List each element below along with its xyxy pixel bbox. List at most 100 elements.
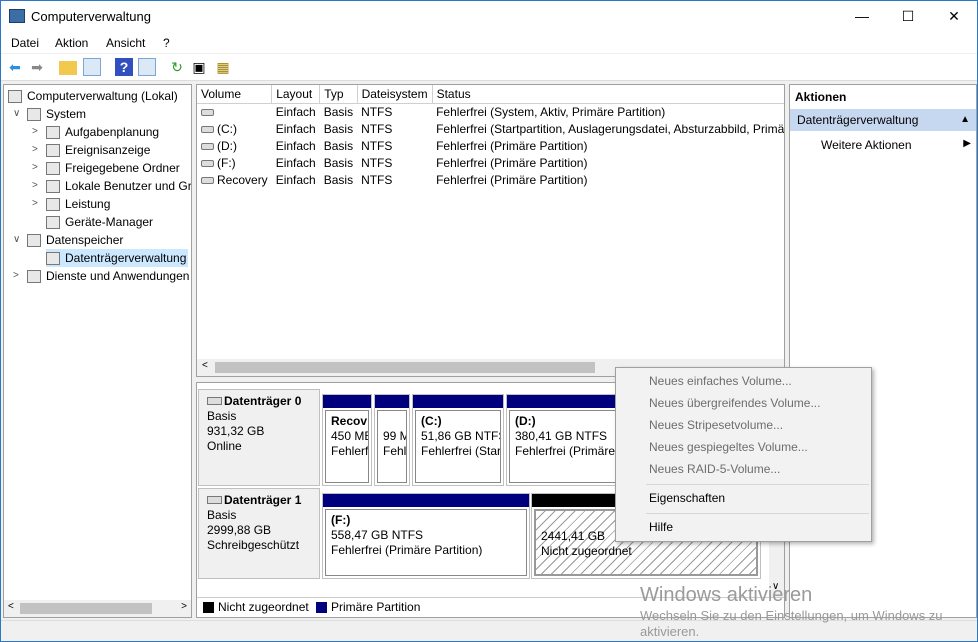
legend-swatch-primary <box>316 602 327 613</box>
refresh-icon[interactable]: ↻ <box>168 58 186 76</box>
volume-row[interactable]: Recovery Einfach Basis NTFS Fehlerfrei (Prim… <box>197 171 784 188</box>
volume-row[interactable]: Einfach Basis NTFS Fehlerfrei (System, Akti… <box>197 103 784 120</box>
context-menu-item[interactable]: Neues gespiegeltes Volume... <box>649 436 808 458</box>
collapse-icon[interactable]: ▲ <box>960 109 970 131</box>
expand-toggle-icon[interactable]: ∨ <box>13 105 23 123</box>
context-menu-item[interactable]: Eigenschaften <box>649 487 725 509</box>
window-title: Computerverwaltung <box>31 9 151 24</box>
volume-cell: Fehlerfrei (Startpartition, Auslagerungs… <box>432 120 784 137</box>
expand-toggle-icon[interactable]: > <box>32 177 42 195</box>
volume-row[interactable]: (C:) Einfach Basis NTFS Fehlerfrei (Startpar… <box>197 120 784 137</box>
tree-horizontal-scrollbar[interactable]: < > <box>4 600 191 617</box>
partition[interactable]: (F:) 558,47 GB NTFS Fehlerfrei (Primäre Pa… <box>322 493 530 579</box>
cell-text: Einfach <box>275 104 316 119</box>
partition-status: Fehlerfrei (Primäre Partition) <box>331 543 483 557</box>
context-menu-item[interactable]: Neues Stripesetvolume... <box>649 414 783 436</box>
forward-icon[interactable]: ➡ <box>28 58 46 76</box>
disk-type: Basis <box>207 409 237 423</box>
volume-row[interactable]: (D:) Einfach Basis NTFS Fehlerfrei (Primäre … <box>197 137 784 154</box>
cell-text: Recovery <box>217 172 268 187</box>
expand-toggle-icon[interactable]: > <box>32 195 42 213</box>
column-typ[interactable]: Typ <box>319 85 358 104</box>
scrollbar-thumb[interactable] <box>20 603 152 614</box>
volume-row[interactable]: (F:) Einfach Basis NTFS Fehlerfrei (Primäre … <box>197 154 784 171</box>
expand-toggle-icon[interactable]: > <box>32 159 42 177</box>
volume-cell: Fehlerfrei (Primäre Partition) <box>432 154 784 171</box>
expand-toggle-icon[interactable]: > <box>13 267 23 285</box>
partition[interactable]: Recov 450 ME Fehlerf <box>322 394 372 486</box>
volume-cell: Basis <box>320 103 357 120</box>
volume-cell: NTFS <box>357 171 432 188</box>
context-menu-item[interactable]: Neues einfaches Volume... <box>649 370 792 392</box>
weitere-aktionen[interactable]: Weitere Aktionen ▶ <box>821 138 971 152</box>
tree-item[interactable]: Dienste und Anwendungen > <box>13 267 189 285</box>
volume-cell: Fehlerfrei (Primäre Partition) <box>432 137 784 154</box>
menu-help[interactable]: ? <box>163 36 170 50</box>
disk-label[interactable]: Datenträger 1 Basis 2999,88 GB Schreibgesch… <box>198 488 320 579</box>
column-layout[interactable]: Layout <box>271 85 321 104</box>
expand-toggle-icon[interactable]: > <box>32 123 42 141</box>
disk-label[interactable]: Datenträger 0 Basis 931,32 GB Online <box>198 389 320 486</box>
column-volume[interactable]: Volume <box>197 85 273 104</box>
cell-text: Fehlerfrei (Primäre Partition) <box>436 155 588 170</box>
context-menu-item[interactable]: Neues RAID-5-Volume... <box>649 458 780 480</box>
drive-icon <box>201 142 214 150</box>
cell-text: (C:) <box>217 121 237 136</box>
partition-status: Fehlerfrei (Star <box>421 444 501 458</box>
drive-icon <box>201 109 214 117</box>
tree-node-icon <box>46 126 60 140</box>
up-folder-icon[interactable] <box>59 61 77 75</box>
context-menu: Neues einfaches Volume... Neues übergreif… <box>615 367 872 542</box>
cell-text: Einfach <box>275 172 316 187</box>
column-dateisystem[interactable]: Dateisystem <box>357 85 433 104</box>
partition-status: Fehlerf <box>331 444 369 458</box>
tree-item[interactable]: Datenträgerverwaltung <box>46 249 189 267</box>
volume-cell: Recovery <box>197 171 272 188</box>
tree-item[interactable]: Leistung > <box>32 195 110 213</box>
show-hide-action-pane-icon[interactable] <box>138 58 156 76</box>
volume-cell: Einfach <box>272 120 320 137</box>
legend-label-unallocated: Nicht zugeordnet <box>218 600 309 614</box>
tree-item[interactable]: System ∨ <box>13 105 87 123</box>
back-icon[interactable]: ⬅ <box>6 58 24 76</box>
disk-icon <box>207 496 222 504</box>
scrollbar-thumb[interactable] <box>215 362 595 373</box>
tree-item[interactable]: Lokale Benutzer und Gruppen > <box>32 177 191 195</box>
partition[interactable]: 99 MFehl <box>374 394 410 486</box>
tree-item[interactable]: Datenspeicher ∨ <box>13 231 123 249</box>
settings-icon[interactable]: ▦ <box>214 58 232 76</box>
menu-ansicht[interactable]: Ansicht <box>106 36 145 50</box>
maximize-button[interactable]: ☐ <box>885 1 931 31</box>
close-button[interactable]: ✕ <box>931 1 977 31</box>
volume-list: Volume Layout Typ Dateisystem Status Ein… <box>196 84 785 377</box>
expand-toggle-icon[interactable]: > <box>32 141 42 159</box>
menu-aktion[interactable]: Aktion <box>55 36 88 50</box>
computer-management-icon <box>9 9 25 23</box>
column-status[interactable]: Status <box>432 85 784 104</box>
volume-cell: Basis <box>320 120 357 137</box>
tree-item[interactable]: Geräte-Manager <box>46 213 153 231</box>
expand-toggle-icon[interactable]: ∨ <box>13 231 23 249</box>
tree-item[interactable]: Freigegebene Ordner > <box>32 159 180 177</box>
actions-section-datentraegerverwaltung[interactable]: Datenträgerverwaltung ▲ <box>790 109 976 131</box>
tree-item-label: System <box>46 107 87 121</box>
context-menu-item[interactable]: Hilfe <box>649 516 673 538</box>
context-menu-item[interactable]: Neues übergreifendes Volume... <box>649 392 820 414</box>
volume-cell: NTFS <box>357 120 432 137</box>
disk-state: Online <box>207 439 242 453</box>
volume-cell: Fehlerfrei (Primäre Partition) <box>432 171 784 188</box>
tree-item-label: Aufgabenplanung <box>65 125 160 139</box>
tree-item[interactable]: Ereignisanzeige > <box>32 141 150 159</box>
show-hide-tree-icon[interactable] <box>83 58 101 76</box>
tree-item[interactable]: Aufgabenplanung > <box>32 123 160 141</box>
partition[interactable]: (C:) 51,86 GB NTFS Fehlerfrei (Star <box>412 394 504 486</box>
tree-node-icon <box>46 252 60 266</box>
navigation-tree: Computerverwaltung (Lokal) System ∨ Aufgabe… <box>3 84 192 618</box>
tree-item[interactable]: Computerverwaltung (Lokal) <box>8 87 178 105</box>
tree-node-icon <box>8 90 22 104</box>
properties-icon[interactable]: ▣ <box>190 58 208 76</box>
menu-datei[interactable]: Datei <box>11 36 39 50</box>
minimize-button[interactable]: — <box>839 1 885 31</box>
tree-node-icon <box>27 234 41 248</box>
help-icon[interactable]: ? <box>115 58 133 76</box>
